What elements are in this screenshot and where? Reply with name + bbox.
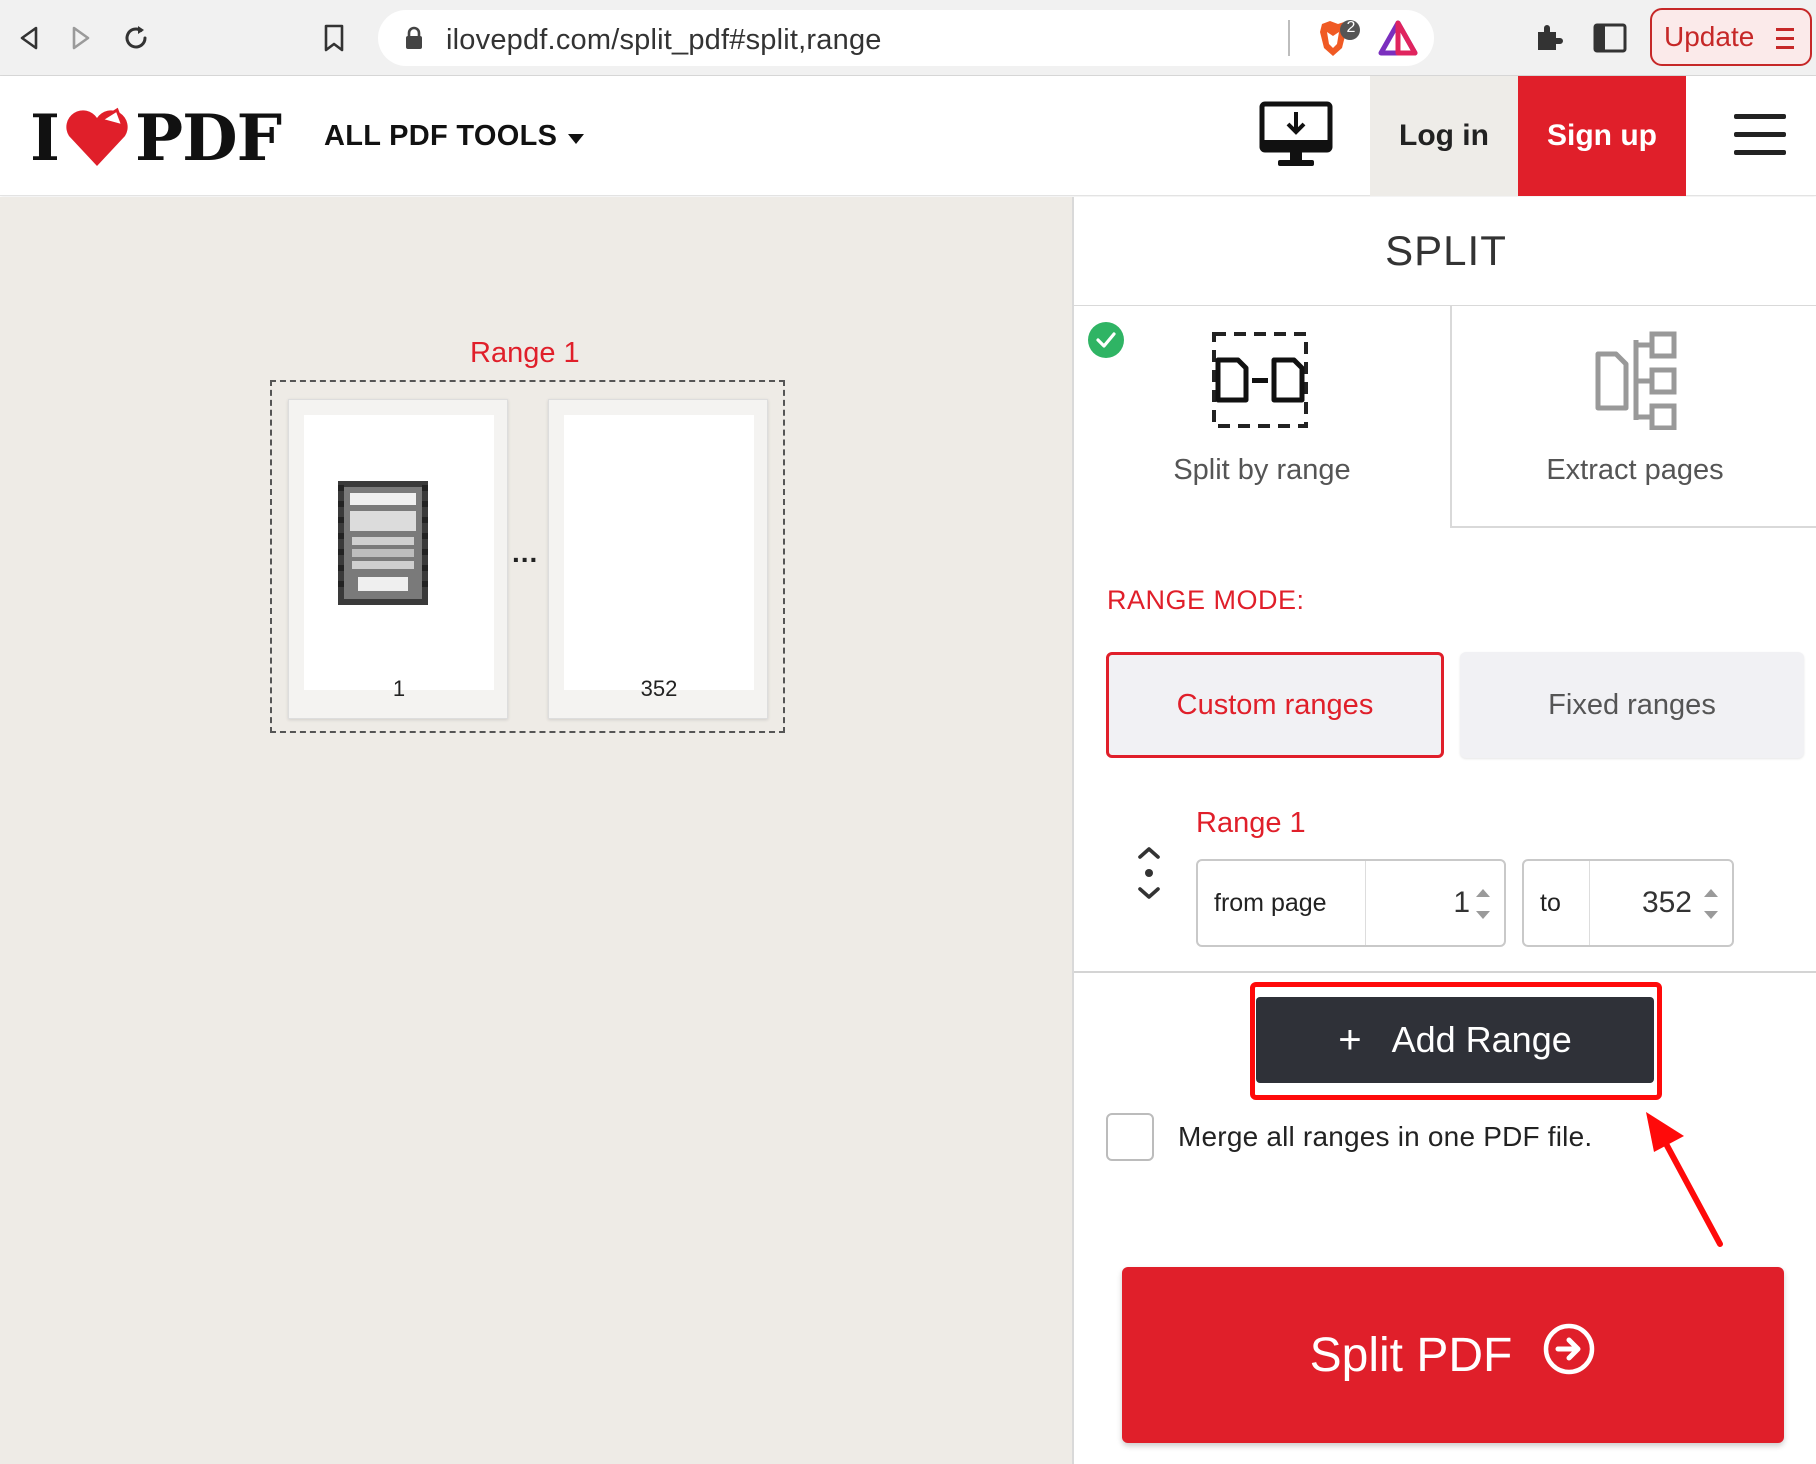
logo-text-pdf: PDF [134, 100, 282, 176]
update-button[interactable]: Update [1650, 8, 1812, 66]
add-range-label: Add Range [1391, 1019, 1572, 1060]
split-mode-tabs: Split by range Extract pages [1074, 305, 1816, 528]
brave-shield-icon[interactable]: 2 [1316, 18, 1364, 60]
preview-range-label: Range 1 [470, 337, 580, 369]
ilovepdf-logo[interactable]: I PDF [30, 98, 282, 178]
desktop-download-icon[interactable] [1258, 100, 1334, 172]
range-mode-label: RANGE MODE: [1107, 585, 1305, 615]
extensions-icon[interactable] [1528, 18, 1568, 58]
tab-split-by-range[interactable]: Split by range [1074, 306, 1452, 528]
caret-down-icon [567, 120, 585, 153]
annotation-arrow-icon [1646, 1112, 1723, 1247]
all-tools-label: ALL PDF TOOLS [324, 120, 558, 152]
split-range-icon [1210, 330, 1310, 435]
heart-logo-icon [61, 106, 133, 170]
merge-ranges-checkbox[interactable] [1106, 1113, 1154, 1161]
spinner-icon[interactable] [1700, 883, 1722, 925]
to-page-input[interactable]: 352 [1590, 861, 1692, 945]
bookmark-icon[interactable] [314, 18, 354, 58]
range-group: 1 ... 352 [270, 380, 785, 733]
mode-label: Extract pages [1546, 454, 1724, 486]
page-thumbnail-first[interactable]: 1 [288, 399, 508, 719]
update-label: Update [1664, 21, 1755, 52]
drag-handle-icon[interactable] [1134, 845, 1164, 901]
reload-icon[interactable] [116, 18, 156, 58]
sidebar-icon[interactable] [1590, 18, 1630, 58]
back-arrow-icon[interactable] [10, 18, 50, 58]
extract-pages-icon [1592, 330, 1692, 435]
url-text: ilovepdf.com/split_pdf#split,range [446, 24, 882, 56]
section-divider [1074, 971, 1816, 973]
custom-ranges-button[interactable]: Custom ranges [1106, 652, 1444, 758]
plus-icon: + [1338, 1017, 1362, 1062]
pages-ellipsis: ... [512, 537, 539, 568]
page-thumbnail-last[interactable]: 352 [548, 399, 768, 719]
menu-icon [1774, 26, 1796, 59]
split-pdf-label: Split PDF [1309, 1328, 1513, 1382]
browser-toolbar: ilovepdf.com/split_pdf#split,range 2 Upd… [0, 0, 1816, 76]
page-content-image [338, 481, 428, 605]
split-pdf-button[interactable]: Split PDF [1122, 1267, 1784, 1443]
from-page-input[interactable]: 1 [1366, 861, 1470, 945]
from-page-label: from page [1198, 861, 1366, 945]
page-sheet [304, 415, 494, 690]
check-icon [1088, 322, 1124, 358]
page-sheet [564, 415, 754, 690]
url-separator [1288, 20, 1290, 56]
logo-letter-i: I [30, 100, 60, 176]
login-button[interactable]: Log in [1370, 76, 1518, 196]
mode-label: Split by range [1173, 454, 1351, 486]
from-page-field[interactable]: from page 1 [1196, 859, 1506, 947]
to-page-field[interactable]: to 352 [1522, 859, 1734, 947]
all-pdf-tools-menu[interactable]: ALL PDF TOOLS [324, 120, 585, 153]
arrow-circle-icon [1542, 1322, 1596, 1388]
page-number: 1 [392, 676, 406, 701]
hamburger-icon[interactable] [1734, 114, 1786, 156]
forward-arrow-icon[interactable] [60, 18, 100, 58]
fixed-ranges-button[interactable]: Fixed ranges [1460, 652, 1804, 758]
signup-button[interactable]: Sign up [1518, 76, 1686, 196]
sidebar-title: SPLIT [1385, 227, 1507, 274]
add-range-button[interactable]: + Add Range [1256, 997, 1654, 1083]
site-header: I PDF ALL PDF TOOLS Log in Sign up [0, 76, 1816, 196]
brave-rewards-icon[interactable] [1378, 20, 1418, 61]
lock-icon [404, 26, 424, 55]
address-bar[interactable]: ilovepdf.com/split_pdf#split,range 2 [378, 10, 1434, 66]
spinner-icon[interactable] [1472, 883, 1494, 925]
merge-ranges-label: Merge all ranges in one PDF file. [1178, 1121, 1593, 1152]
to-page-label: to [1524, 861, 1590, 945]
tab-extract-pages[interactable]: Extract pages [1452, 306, 1816, 528]
brave-badge-count: 2 [1346, 19, 1356, 36]
split-options-sidebar: SPLIT Split by range Extract pages RANGE… [1072, 197, 1816, 1464]
preview-workspace: Range 1 1 ... 352 [0, 197, 1072, 1464]
page-number: 352 [640, 676, 678, 701]
range-row-title: Range 1 [1196, 807, 1306, 839]
